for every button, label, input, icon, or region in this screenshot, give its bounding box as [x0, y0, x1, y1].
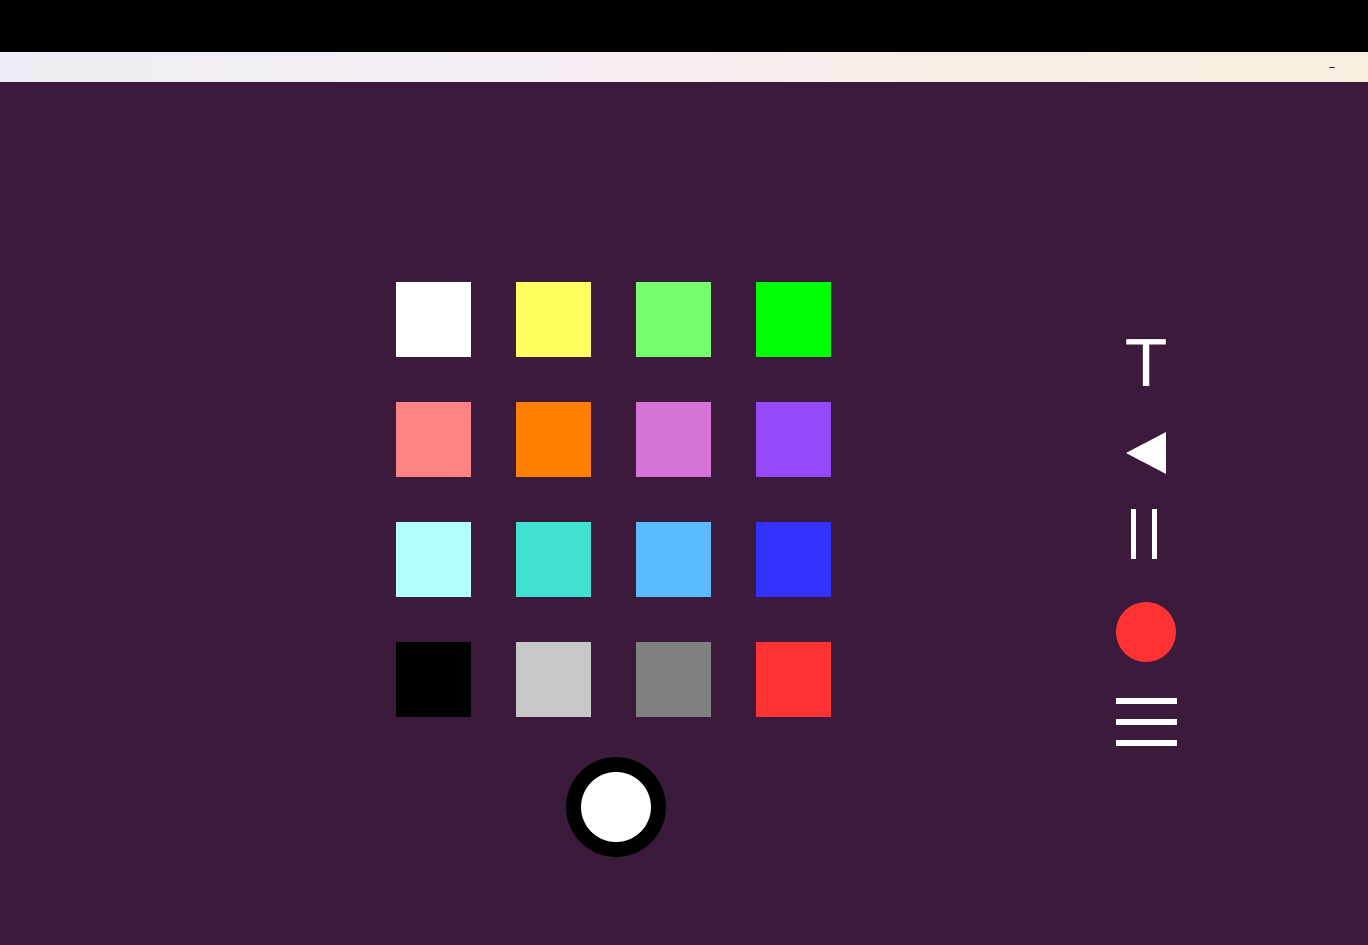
menu-button[interactable] [1116, 696, 1177, 748]
top-black-bar [0, 0, 1368, 52]
back-button[interactable] [1116, 428, 1176, 478]
color-swatch-violet[interactable] [756, 402, 831, 477]
color-swatch-light-gray[interactable] [516, 642, 591, 717]
record-icon [1116, 602, 1176, 662]
text-tool-button[interactable]: T [1116, 332, 1176, 398]
window-title-bar: – [0, 52, 1368, 82]
color-swatch-black[interactable] [396, 642, 471, 717]
color-swatch-salmon[interactable] [396, 402, 471, 477]
color-swatch-orchid[interactable] [636, 402, 711, 477]
color-swatch-green[interactable] [756, 282, 831, 357]
pause-icon [1131, 509, 1157, 559]
color-palette [396, 282, 831, 717]
color-swatch-blue[interactable] [756, 522, 831, 597]
color-swatch-white[interactable] [396, 282, 471, 357]
color-swatch-light-cyan[interactable] [396, 522, 471, 597]
color-swatch-sky-blue[interactable] [636, 522, 711, 597]
current-color-dot [581, 772, 651, 842]
back-triangle-icon [1126, 432, 1166, 474]
minimize-button[interactable]: – [1324, 54, 1340, 80]
color-swatch-red[interactable] [756, 642, 831, 717]
hamburger-menu-icon [1116, 698, 1177, 746]
color-swatch-turquoise[interactable] [516, 522, 591, 597]
current-color-indicator[interactable] [566, 757, 666, 857]
text-tool-icon: T [1126, 328, 1166, 402]
color-swatch-light-green[interactable] [636, 282, 711, 357]
pause-button[interactable] [1116, 506, 1176, 562]
record-button[interactable] [1116, 602, 1176, 662]
color-swatch-gray[interactable] [636, 642, 711, 717]
color-swatch-yellow[interactable] [516, 282, 591, 357]
drawing-canvas[interactable]: T [0, 82, 1368, 945]
color-swatch-orange[interactable] [516, 402, 591, 477]
